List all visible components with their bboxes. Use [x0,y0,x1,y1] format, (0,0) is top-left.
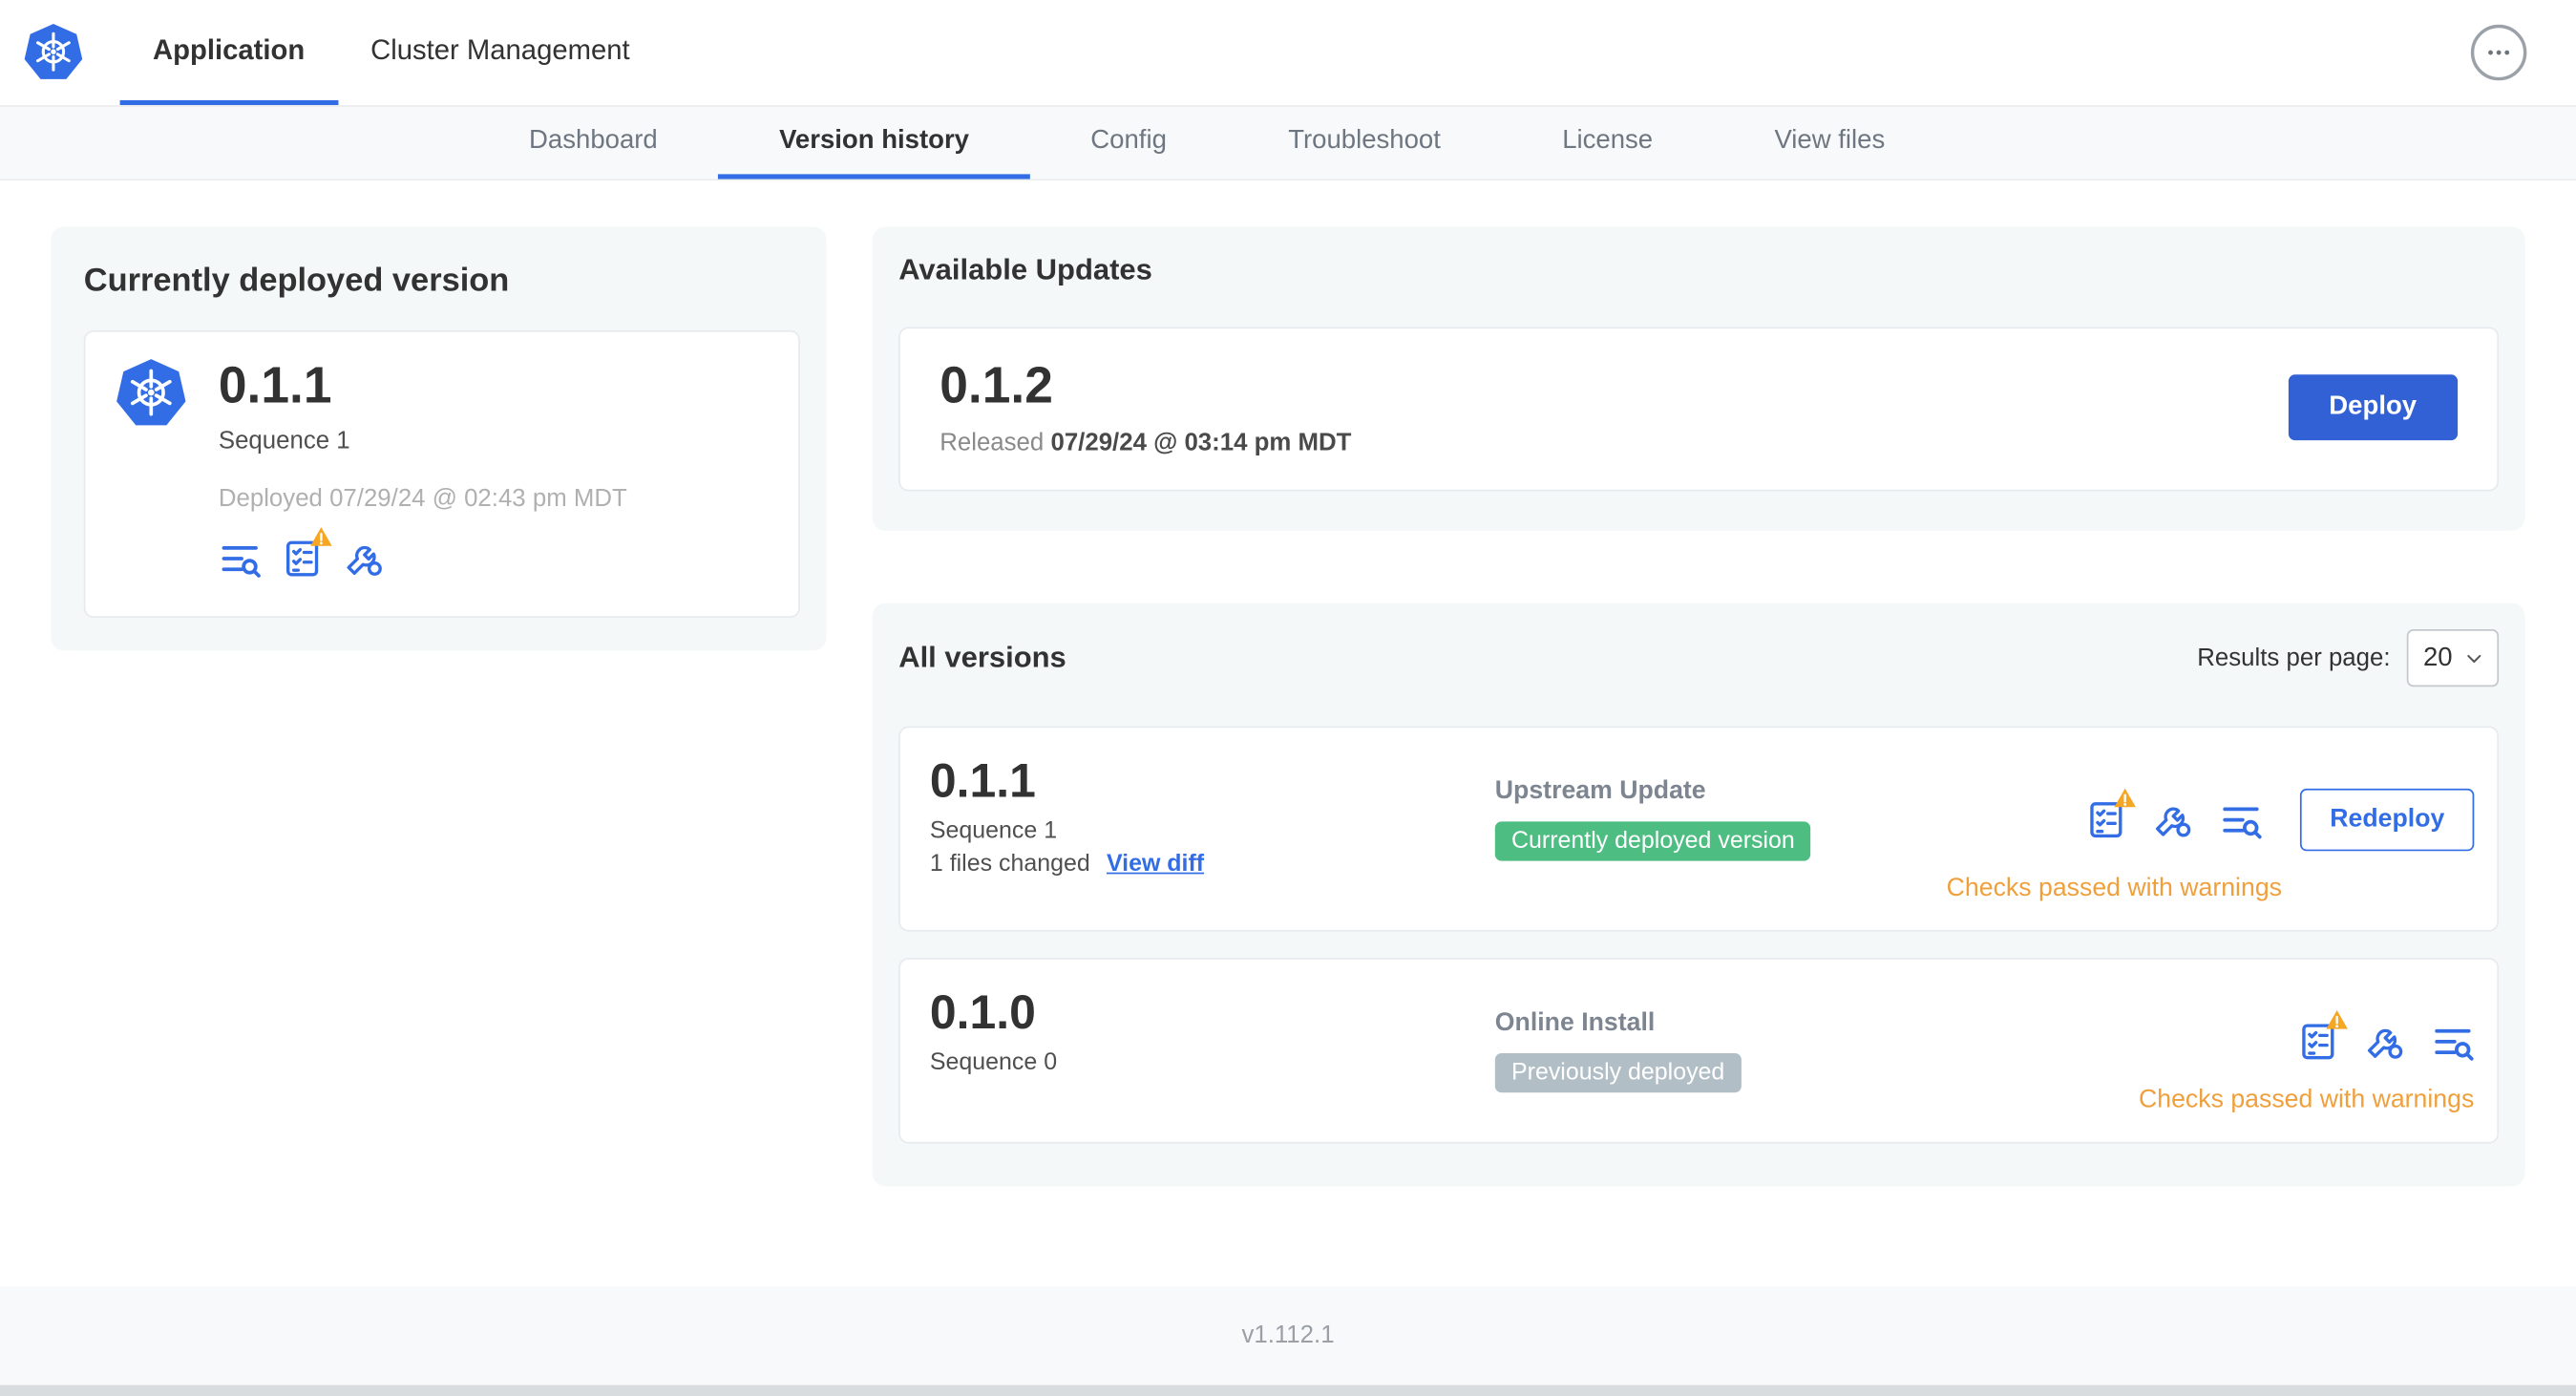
warning-triangle-icon [2325,1009,2350,1032]
preflight-checks-icon[interactable] [2085,798,2128,841]
kubernetes-app-icon [115,358,187,429]
tab-application-label: Application [153,33,306,65]
more-options-button[interactable] [2470,24,2527,81]
app-root: Application Cluster Management Dashboard… [0,0,2576,1396]
released-date: 07/29/24 @ 03:14 pm MDT [1050,429,1352,457]
version-action-icons [2296,1021,2474,1064]
preflight-checks-icon[interactable] [2296,1021,2339,1064]
release-notes-icon[interactable] [219,538,262,581]
edit-config-icon[interactable] [344,538,387,581]
results-per-page: Results per page: 20 [2197,629,2500,687]
version-sequence: Sequence 0 [929,1049,1058,1077]
subnav-item-dashboard[interactable]: Dashboard [468,107,718,180]
available-updates-panel: Available Updates 0.1.2 Released 07/29/2… [872,226,2525,531]
subnav-dashboard-label: Dashboard [529,125,658,154]
subnav-view-files-label: View files [1774,125,1886,154]
warning-triangle-icon [308,526,333,549]
subnav-item-config[interactable]: Config [1030,107,1228,180]
footer-strip [0,1385,2576,1396]
current-version-deployed-timestamp: Deployed 07/29/24 @ 02:43 pm MDT [218,484,627,514]
right-column: Available Updates 0.1.2 Released 07/29/2… [872,226,2525,1187]
version-number: 0.1.0 [929,987,1036,1041]
version-row-source: Online Install Previously deployed [1494,989,2139,1115]
version-row-actions: Checks passed with warnings [2139,989,2474,1115]
results-per-page-label: Results per page: [2197,644,2391,672]
subnav-troubleshoot-label: Troubleshoot [1288,125,1441,154]
subnav-item-troubleshoot[interactable]: Troubleshoot [1228,107,1502,180]
update-version-number: 0.1.2 [940,356,1053,414]
subnav-config-label: Config [1090,125,1167,154]
currently-deployed-card: 0.1.1 Sequence 1 Deployed 07/29/24 @ 02:… [83,329,800,619]
version-row: 0.1.0 Sequence 0 Online Install Previous… [898,958,2500,1144]
version-row-info: 0.1.0 Sequence 0 [929,987,1495,1115]
available-update-info: 0.1.2 Released 07/29/24 @ 03:14 pm MDT [940,356,1351,456]
redeploy-button[interactable]: Redeploy [2300,789,2475,852]
edit-config-icon[interactable] [2152,798,2195,841]
current-version-sequence: Sequence 1 [218,427,350,455]
top-bar: Application Cluster Management [0,0,2576,106]
released-prefix: Released [940,429,1045,457]
version-source-label: Online Install [1494,1008,1656,1037]
currently-deployed-details: 0.1.1 Sequence 1 Deployed 07/29/24 @ 02:… [218,356,627,581]
ellipsis-icon [2482,36,2515,69]
tab-cluster-management-label: Cluster Management [370,33,630,65]
version-action-icons: Redeploy [2085,789,2475,852]
preflight-checks-icon[interactable] [281,538,324,581]
version-source-label: Upstream Update [1494,777,1706,806]
update-released-line: Released 07/29/24 @ 03:14 pm MDT [940,429,1351,456]
version-row-info: 0.1.1 Sequence 1 1 files changed View di… [929,755,1495,903]
current-version-number: 0.1.1 [218,356,332,414]
warning-triangle-icon [2113,787,2138,810]
deploy-button[interactable]: Deploy [2288,374,2459,441]
files-changed-count: 1 files changed [929,851,1090,878]
checks-status-text: Checks passed with warnings [1946,874,2282,902]
tab-cluster-management[interactable]: Cluster Management [338,0,663,105]
subnav-item-license[interactable]: License [1502,107,1714,180]
status-badge: Currently deployed version [1494,821,1812,861]
files-changed-line: 1 files changed View diff [930,851,1495,878]
currently-deployed-title: Currently deployed version [83,263,510,300]
results-per-page-select[interactable]: 20 [2406,629,2500,687]
subnav-item-version-history[interactable]: Version history [718,107,1030,180]
version-row-source: Upstream Update Currently deployed versi… [1494,757,1947,903]
version-row-actions: Redeploy Checks passed with warnings [1947,757,2475,903]
app-logo [16,0,119,105]
all-versions-header: All versions Results per page: 20 [898,629,2500,687]
currently-deployed-panel: Currently deployed version 0.1.1 Sequenc… [51,226,827,651]
deploy-logs-icon[interactable] [2220,798,2263,841]
status-badge: Previously deployed [1494,1053,1742,1093]
footer: v1.112.1 [0,1286,2576,1396]
checks-status-text: Checks passed with warnings [2138,1086,2475,1114]
subnav-license-label: License [1562,125,1654,154]
deploy-logs-icon[interactable] [2432,1021,2475,1064]
chevron-down-icon [2462,646,2485,669]
current-version-actions [219,538,627,581]
view-diff-link[interactable]: View diff [1107,851,1204,878]
version-sequence: Sequence 1 [929,817,1058,845]
all-versions-panel: All versions Results per page: 20 0.1.1 … [872,603,2525,1187]
console-version: v1.112.1 [1241,1321,1335,1349]
available-update-card: 0.1.2 Released 07/29/24 @ 03:14 pm MDT D… [898,327,2500,492]
edit-config-icon[interactable] [2364,1021,2407,1064]
results-per-page-value: 20 [2422,643,2453,672]
version-row: 0.1.1 Sequence 1 1 files changed View di… [898,726,2500,932]
main-content: Currently deployed version 0.1.1 Sequenc… [0,180,2576,1287]
app-subnav: Dashboard Version history Config Trouble… [0,105,2576,181]
subnav-version-history-label: Version history [779,125,969,154]
available-updates-title: Available Updates [898,252,1152,286]
tab-application[interactable]: Application [119,0,338,106]
kubernetes-logo-icon [23,23,84,82]
version-number: 0.1.1 [929,755,1036,809]
subnav-item-view-files[interactable]: View files [1714,107,1946,180]
all-versions-title: All versions [898,641,1066,674]
